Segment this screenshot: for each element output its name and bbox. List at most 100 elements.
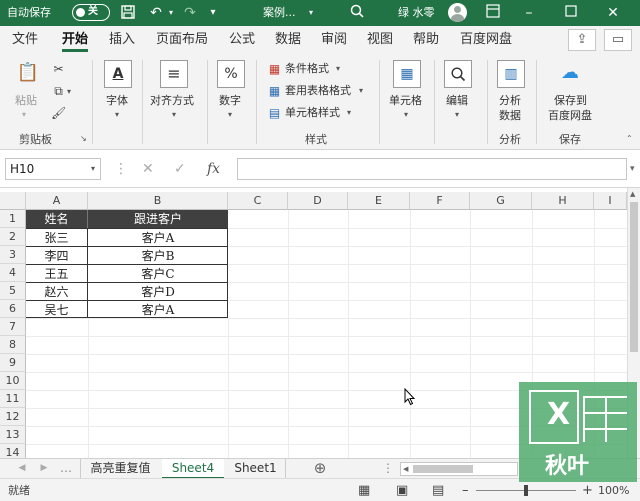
select-all-corner[interactable]	[0, 192, 26, 210]
column-header-c[interactable]: C	[228, 192, 288, 210]
column-header-e[interactable]: E	[348, 192, 410, 210]
cancel-icon[interactable]: ✕	[142, 158, 154, 180]
paste-icon[interactable]: 📋	[14, 60, 42, 88]
ribbon-options-icon[interactable]	[484, 4, 502, 22]
h-scrollbar-thumb[interactable]	[413, 465, 473, 473]
paste-label[interactable]: 粘贴	[15, 94, 37, 108]
number-dropdown-icon[interactable]: ▾	[228, 110, 232, 119]
cells-dropdown-icon[interactable]: ▾	[404, 110, 408, 119]
row-header-11[interactable]: 11	[0, 390, 26, 408]
row-header-2[interactable]: 2	[0, 228, 26, 246]
minimize-icon[interactable]: –	[520, 4, 538, 22]
add-sheet-icon[interactable]: ⊕	[310, 459, 330, 479]
tab-page-layout[interactable]: 页面布局	[156, 26, 208, 54]
zoom-in-icon[interactable]: +	[582, 479, 593, 501]
row-header-1[interactable]: 1	[0, 210, 26, 228]
column-header-h[interactable]: H	[532, 192, 594, 210]
format-as-table-icon[interactable]: ▦	[267, 84, 282, 99]
paste-dropdown-icon[interactable]: ▾	[22, 110, 26, 119]
editing-label[interactable]: 编辑	[446, 94, 468, 108]
analyze-label-2[interactable]: 数据	[499, 109, 521, 123]
copy-icon[interactable]: ⧉	[51, 84, 66, 99]
normal-view-icon[interactable]: ▦	[358, 479, 370, 501]
row-header-4[interactable]: 4	[0, 264, 26, 282]
page-layout-view-icon[interactable]: ▣	[396, 479, 408, 501]
analyze-label-1[interactable]: 分析	[499, 94, 521, 108]
redo-icon[interactable]: ↷	[180, 4, 200, 22]
table-cell[interactable]: 客户A	[88, 300, 228, 318]
cut-icon[interactable]: ✂	[51, 62, 66, 77]
cell-styles-icon[interactable]: ▤	[267, 106, 282, 121]
conditional-format-label[interactable]: 条件格式	[285, 62, 329, 76]
insert-function-icon[interactable]: fx	[207, 158, 220, 180]
conditional-format-dropdown-icon[interactable]: ▾	[336, 64, 340, 73]
avatar[interactable]	[448, 3, 467, 22]
table-cell[interactable]: 吴七	[26, 300, 88, 318]
close-icon[interactable]: ✕	[604, 4, 622, 22]
name-box[interactable]: H10 ▾	[5, 158, 101, 180]
editing-search-icon[interactable]	[444, 60, 472, 88]
format-as-table-dropdown-icon[interactable]: ▾	[359, 86, 363, 95]
column-header-i[interactable]: I	[594, 192, 627, 210]
alignment-label[interactable]: 对齐方式	[150, 94, 194, 108]
tab-help[interactable]: 帮助	[413, 26, 439, 54]
scrollbar-thumb[interactable]	[630, 202, 638, 352]
zoom-slider-thumb[interactable]	[524, 485, 528, 496]
collapse-ribbon-icon[interactable]: ⌃	[626, 134, 633, 143]
table-cell[interactable]: 客户C	[88, 264, 228, 282]
row-header-5[interactable]: 5	[0, 282, 26, 300]
expand-formula-icon[interactable]: ▾	[630, 158, 635, 180]
sheet-prev-icon[interactable]: ◀	[14, 459, 30, 479]
number-label[interactable]: 数字	[219, 94, 241, 108]
tab-review[interactable]: 审阅	[321, 26, 347, 54]
autosave-toggle[interactable]: 关	[72, 4, 110, 21]
column-header-d[interactable]: D	[288, 192, 348, 210]
cells-icon[interactable]: ▦	[393, 60, 421, 88]
table-cell[interactable]: 客户A	[88, 228, 228, 246]
clipboard-launcher-icon[interactable]: ↘	[80, 134, 87, 143]
zoom-level[interactable]: 100%	[598, 479, 629, 501]
horizontal-scrollbar[interactable]: ◀	[400, 462, 518, 476]
comment-icon[interactable]: ▭	[604, 29, 632, 51]
tab-data[interactable]: 数据	[275, 26, 301, 54]
sheet-more-icon[interactable]: …	[56, 459, 76, 479]
alignment-icon[interactable]: ≡	[160, 60, 188, 88]
tab-baidu-netdisk[interactable]: 百度网盘	[460, 26, 512, 54]
font-icon[interactable]: A	[104, 60, 132, 88]
save-icon[interactable]	[119, 4, 137, 22]
name-box-dropdown-icon[interactable]: ▾	[91, 159, 95, 179]
copy-dropdown-icon[interactable]: ▾	[67, 87, 71, 96]
sheet-tab-highlight-duplicates[interactable]: 高亮重复值	[80, 459, 160, 479]
sheet-next-icon[interactable]: ▶	[36, 459, 52, 479]
row-header-12[interactable]: 12	[0, 408, 26, 426]
tab-insert[interactable]: 插入	[109, 26, 135, 54]
format-as-table-label[interactable]: 套用表格格式	[285, 84, 351, 98]
row-header-13[interactable]: 13	[0, 426, 26, 444]
row-header-9[interactable]: 9	[0, 354, 26, 372]
cells-label[interactable]: 单元格	[389, 94, 422, 108]
sheet-tab-sheet1[interactable]: Sheet1	[226, 459, 286, 479]
tab-file[interactable]: 文件	[12, 26, 38, 54]
cell-styles-label[interactable]: 单元格样式	[285, 106, 340, 120]
search-icon[interactable]	[348, 4, 366, 22]
alignment-dropdown-icon[interactable]: ▾	[172, 110, 176, 119]
font-label[interactable]: 字体	[106, 94, 128, 108]
row-header-10[interactable]: 10	[0, 372, 26, 390]
row-header-8[interactable]: 8	[0, 336, 26, 354]
tab-formulas[interactable]: 公式	[229, 26, 255, 54]
analyze-data-icon[interactable]: ▥	[497, 60, 525, 88]
column-header-g[interactable]: G	[470, 192, 532, 210]
row-header-7[interactable]: 7	[0, 318, 26, 336]
undo-icon[interactable]: ↶	[146, 4, 166, 22]
page-break-view-icon[interactable]: ▤	[432, 479, 444, 501]
table-cell[interactable]: 王五	[26, 264, 88, 282]
table-cell[interactable]: 客户B	[88, 246, 228, 264]
scroll-left-icon[interactable]: ◀	[403, 463, 408, 475]
format-painter-icon[interactable]: 🖌	[51, 106, 66, 121]
row-header-6[interactable]: 6	[0, 300, 26, 318]
enter-icon[interactable]: ✓	[174, 158, 186, 180]
conditional-format-icon[interactable]: ▦	[267, 62, 282, 77]
filename-dropdown-icon[interactable]: ▾	[305, 4, 317, 22]
save-to-label-1[interactable]: 保存到	[554, 94, 587, 108]
column-header-a[interactable]: A	[26, 192, 88, 210]
